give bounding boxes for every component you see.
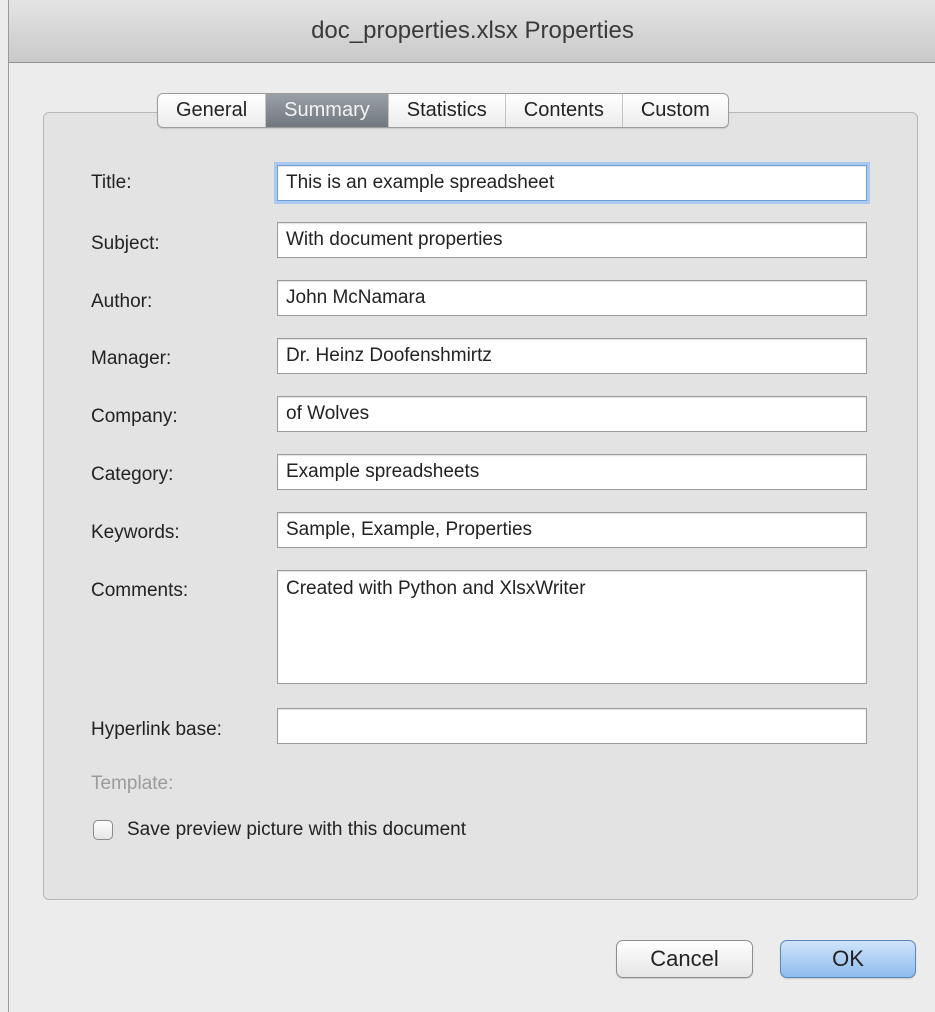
author-label: Author: xyxy=(91,291,153,312)
properties-dialog: doc_properties.xlsx Properties General S… xyxy=(8,0,935,1012)
hyperlink-base-field[interactable] xyxy=(277,708,867,744)
tab-bar: General Summary Statistics Contents Cust… xyxy=(157,93,729,128)
comments-field[interactable]: Created with Python and XlsxWriter xyxy=(277,570,867,684)
tab-summary[interactable]: Summary xyxy=(266,94,389,127)
cancel-button[interactable]: Cancel xyxy=(616,940,753,978)
keywords-field[interactable] xyxy=(277,512,867,548)
tab-custom[interactable]: Custom xyxy=(623,94,728,127)
author-field[interactable] xyxy=(277,280,867,316)
category-field[interactable] xyxy=(277,454,867,490)
subject-label: Subject: xyxy=(91,233,160,254)
company-label: Company: xyxy=(91,406,178,427)
company-field[interactable] xyxy=(277,396,867,432)
template-label: Template: xyxy=(91,773,174,794)
tab-contents[interactable]: Contents xyxy=(506,94,623,127)
title-label: Title: xyxy=(91,172,132,193)
hyperlink-base-label: Hyperlink base: xyxy=(91,719,222,740)
tab-general[interactable]: General xyxy=(158,94,267,127)
comments-label: Comments: xyxy=(91,580,189,601)
title-field[interactable] xyxy=(277,165,867,201)
keywords-label: Keywords: xyxy=(91,522,180,543)
category-label: Category: xyxy=(91,464,174,485)
manager-label: Manager: xyxy=(91,348,172,369)
tab-statistics[interactable]: Statistics xyxy=(389,94,506,127)
manager-field[interactable] xyxy=(277,338,867,374)
save-preview-label[interactable]: Save preview picture with this document xyxy=(127,819,466,841)
ok-button[interactable]: OK xyxy=(780,940,916,978)
window-title: doc_properties.xlsx Properties xyxy=(9,0,935,63)
subject-field[interactable] xyxy=(277,222,867,258)
save-preview-checkbox[interactable] xyxy=(93,820,113,840)
